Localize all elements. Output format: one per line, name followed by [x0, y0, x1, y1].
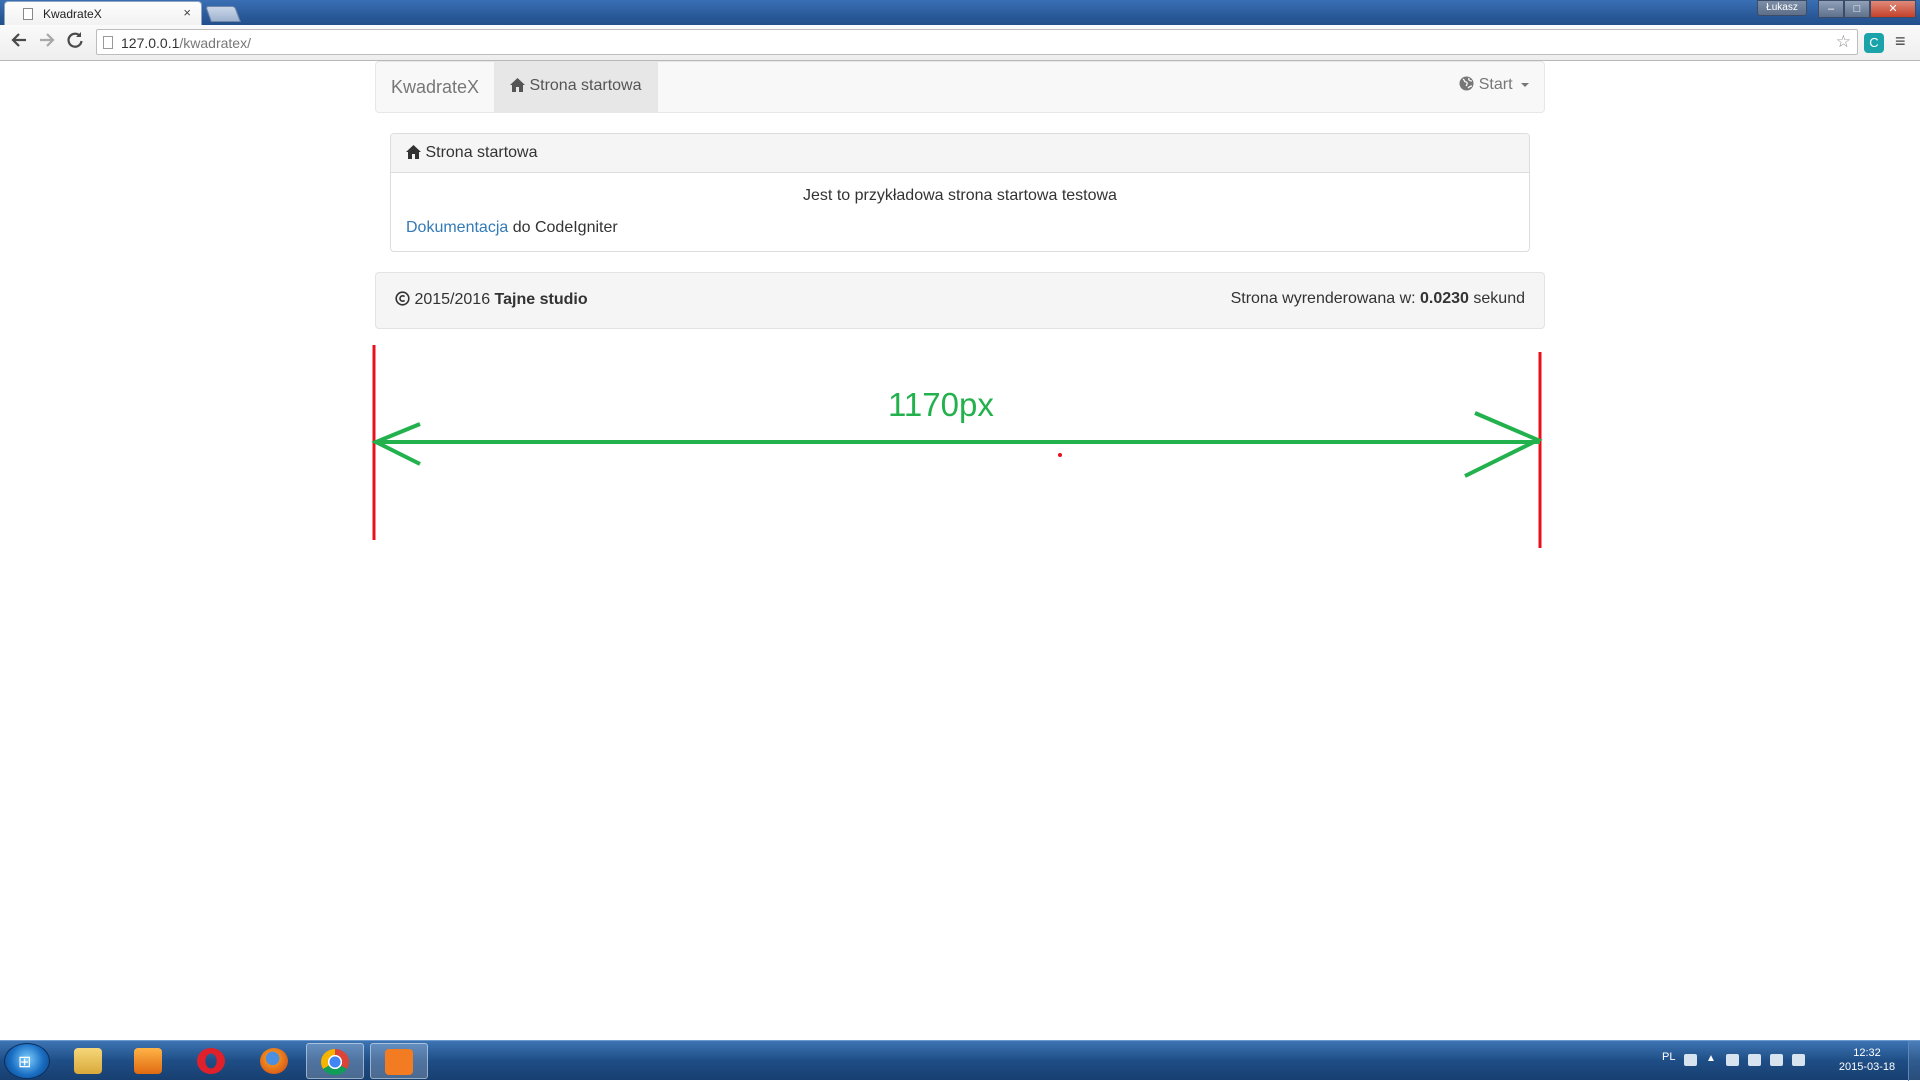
user-profile-badge[interactable]: Łukasz: [1757, 0, 1807, 16]
panel-title: Strona startowa: [425, 144, 538, 161]
taskbar-media-player[interactable]: [120, 1043, 178, 1079]
nav-item-home-label: Strona startowa: [529, 77, 642, 94]
volume-icon[interactable]: [1792, 1054, 1805, 1066]
bookmark-star-icon[interactable]: ☆: [1836, 32, 1851, 52]
page-icon: [23, 8, 33, 20]
intro-text: Jest to przykładowa strona startowa test…: [803, 187, 1117, 204]
stray-dot: [1058, 453, 1062, 457]
xampp-icon: [385, 1049, 413, 1075]
taskbar-chrome[interactable]: [306, 1043, 364, 1079]
firefox-icon: [260, 1048, 288, 1074]
taskbar-firefox[interactable]: [246, 1043, 304, 1079]
keyboard-icon[interactable]: [1684, 1054, 1697, 1066]
start-dropdown[interactable]: Start: [1459, 76, 1529, 94]
reload-icon[interactable]: [66, 31, 84, 54]
start-button[interactable]: ⊞: [4, 1043, 50, 1079]
render-time-info: Strona wyrenderowana w: 0.0230 sekund: [1231, 290, 1525, 308]
browser-tab[interactable]: KwadrateX ×: [4, 1, 202, 25]
render-time-prefix: Strona wyrenderowana w:: [1230, 290, 1421, 307]
panel-heading: Strona startowa: [391, 134, 1529, 173]
clock-date: 2015-03-18: [1838, 1061, 1896, 1073]
url-text[interactable]: 127.0.0.1/kwadratex/: [121, 35, 251, 51]
copyright-years: 2015/2016: [414, 291, 491, 308]
page-icon: [103, 36, 113, 49]
globe-icon: [1459, 76, 1474, 91]
start-dropdown-label: Start: [1478, 76, 1513, 93]
maximize-button[interactable]: □: [1844, 0, 1870, 18]
navbar: KwadrateX Strona startowa Start: [375, 61, 1545, 113]
windows-logo-icon: ⊞: [18, 1054, 32, 1071]
browser-titlebar: KwadrateX × Łukasz – □ ✕: [0, 0, 1920, 25]
caret-down-icon: [1521, 82, 1529, 87]
home-icon: [406, 145, 421, 159]
page-container: KwadrateX Strona startowa Start Strona s…: [375, 61, 1545, 329]
address-bar[interactable]: 127.0.0.1/kwadratex/ ☆: [96, 29, 1858, 55]
render-time-value: 0.0230: [1420, 290, 1469, 307]
documentation-link[interactable]: Dokumentacja: [406, 219, 508, 236]
folder-icon: [74, 1048, 102, 1074]
minimize-button[interactable]: –: [1818, 0, 1844, 18]
navbar-brand[interactable]: KwadrateX: [391, 77, 479, 98]
menu-icon[interactable]: ≡: [1895, 31, 1906, 52]
tab-close-icon[interactable]: ×: [183, 5, 191, 20]
extension-icon[interactable]: C: [1864, 33, 1884, 53]
opera-icon: [197, 1048, 225, 1074]
home-icon: [510, 78, 525, 92]
close-window-button[interactable]: ✕: [1870, 0, 1916, 18]
tab-title: KwadrateX: [43, 7, 102, 21]
media-player-icon: [134, 1048, 162, 1074]
clock[interactable]: 12:32 2015-03-18: [1832, 1046, 1902, 1074]
action-center-icon[interactable]: [1726, 1054, 1739, 1066]
window-controls: – □ ✕: [1818, 0, 1916, 18]
right-arrowhead: [1464, 411, 1543, 478]
copyright-icon: [395, 291, 410, 306]
new-tab-button[interactable]: [205, 6, 241, 22]
studio-name: Tajne studio: [494, 291, 588, 308]
width-label: 1170px: [888, 386, 994, 423]
show-hidden-icons-icon[interactable]: ▲: [1706, 1053, 1719, 1065]
chrome-icon: [321, 1049, 349, 1075]
left-arrowhead: [371, 422, 421, 466]
browser-toolbar: 127.0.0.1/kwadratex/ ☆ C ≡: [0, 25, 1920, 61]
show-desktop-button[interactable]: [1908, 1041, 1920, 1081]
taskbar-xampp[interactable]: [370, 1043, 428, 1079]
copyright: 2015/2016 Tajne studio: [395, 291, 588, 309]
documentation-suffix: do CodeIgniter: [508, 219, 618, 236]
forward-arrow-icon[interactable]: [38, 31, 56, 54]
signal-icon[interactable]: [1770, 1054, 1783, 1066]
taskbar: ⊞ PL ▲ 12:32 2015-03-18: [0, 1040, 1920, 1081]
clock-time: 12:32: [1853, 1047, 1881, 1059]
panel-body: Jest to przykładowa strona startowa test…: [391, 173, 1529, 251]
documentation-line: Dokumentacja do CodeIgniter: [406, 219, 1514, 237]
back-arrow-icon[interactable]: [10, 31, 28, 54]
taskbar-explorer[interactable]: [60, 1043, 118, 1079]
start-panel: Strona startowa Jest to przykładowa stro…: [390, 133, 1530, 252]
language-indicator[interactable]: PL: [1662, 1051, 1675, 1063]
nav-item-home[interactable]: Strona startowa: [494, 62, 658, 112]
taskbar-opera[interactable]: [183, 1043, 241, 1079]
network-adapter-icon[interactable]: [1748, 1054, 1761, 1066]
render-time-suffix: sekund: [1468, 290, 1525, 307]
page-footer: 2015/2016 Tajne studio Strona wyrenderow…: [375, 272, 1545, 329]
